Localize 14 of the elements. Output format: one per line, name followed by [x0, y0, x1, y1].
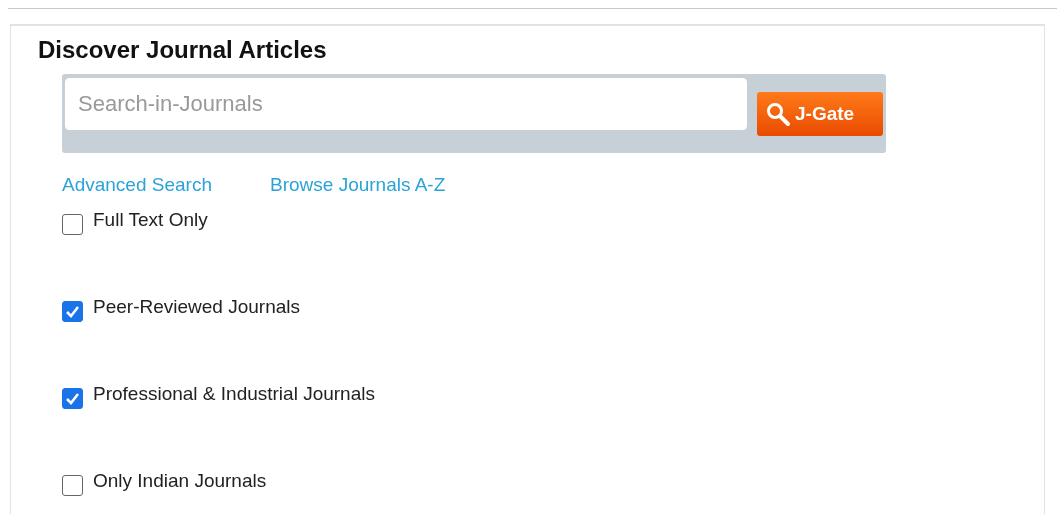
search-icon	[765, 101, 791, 127]
checkbox-label: Only Indian Journals	[93, 468, 267, 493]
checkbox[interactable]	[62, 213, 83, 235]
checkbox[interactable]	[62, 300, 83, 322]
checkbox[interactable]	[62, 474, 83, 496]
link[interactable]: Browse Journals A-Z	[270, 171, 446, 200]
search-field[interactable]: Search-in-Journals	[65, 78, 747, 130]
page-title: Discover Journal Articles	[38, 36, 328, 64]
checkbox[interactable]	[62, 387, 83, 409]
checkbox-label: Full Text Only	[93, 207, 208, 232]
link[interactable]: Advanced Search	[62, 171, 212, 200]
checkbox-label: Professional & Industrial Journals	[93, 381, 375, 406]
checkbox-label: Peer-Reviewed Journals	[93, 294, 300, 319]
search-button[interactable]: J-Gate	[757, 92, 883, 136]
